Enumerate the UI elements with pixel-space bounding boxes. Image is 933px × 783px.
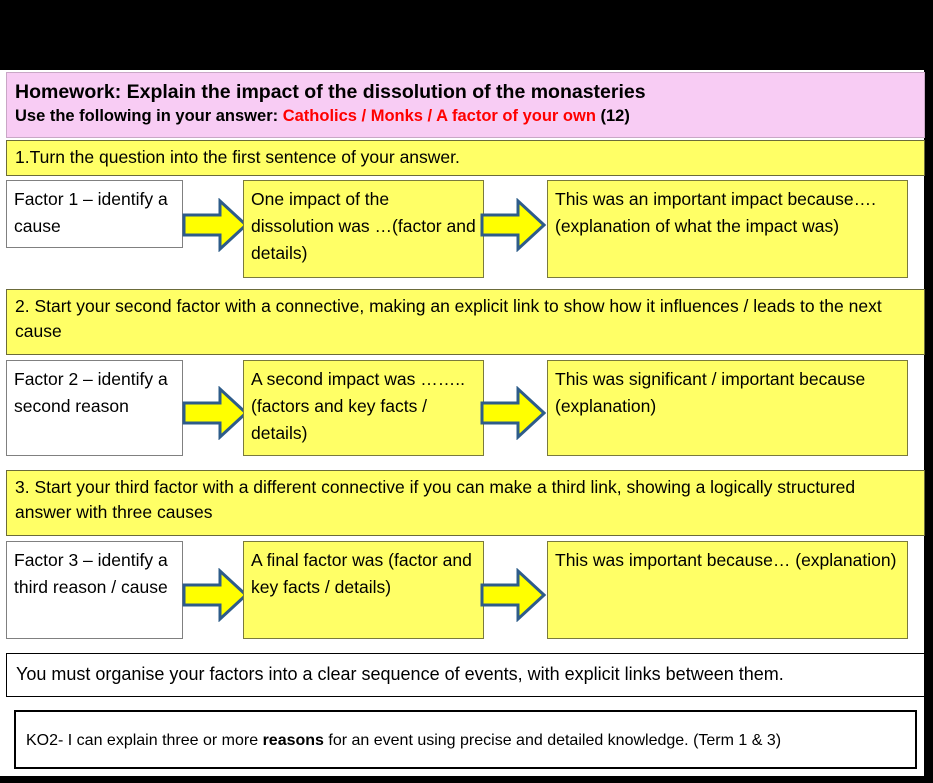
factor-2-explanation: This was significant / important because… [547, 360, 908, 456]
page-title: Homework: Explain the impact of the diss… [15, 81, 646, 103]
factor-2-point: A second impact was …….. (factors and ke… [243, 360, 484, 456]
arrow-right-icon [480, 568, 546, 622]
arrow-right-icon [182, 386, 248, 440]
step-band-2: 2. Start your second factor with a conne… [6, 289, 925, 355]
header-instruction-prefix: Use the following in your answer: [15, 107, 283, 125]
organise-note: You must organise your factors into a cl… [6, 653, 925, 697]
ko2-suffix: for an event using precise and detailed … [323, 732, 782, 749]
worksheet-sheet: Homework: Explain the impact of the diss… [2, 70, 925, 776]
ko2-objective-note: KO2- I can explain three or more reasons… [14, 710, 917, 769]
factor-1-explanation: This was an important impact because…. (… [547, 180, 908, 278]
factor-1-label: Factor 1 – identify a cause [6, 180, 183, 248]
arrow-right-icon [480, 198, 546, 252]
factor-1-point: One impact of the dissolution was …(fact… [243, 180, 484, 278]
factor-row-3: Factor 3 – identify a third reason / cau… [2, 541, 925, 648]
header-instruction: Use the following in your answer: Cathol… [15, 105, 916, 128]
top-black-band [0, 0, 933, 70]
arrow-right-icon [182, 198, 248, 252]
ko2-bold-term: reasons [262, 732, 324, 749]
step-band-1: 1.Turn the question into the first sente… [6, 140, 925, 176]
header-instruction-suffix: (12) [595, 107, 630, 125]
worksheet-page: Homework: Explain the impact of the diss… [0, 70, 925, 776]
factor-3-point: A final factor was (factor and key facts… [243, 541, 484, 639]
factor-3-explanation: This was important because… (explanation… [547, 541, 908, 639]
ko2-prefix: KO2- I can explain three or more [26, 732, 263, 749]
factor-row-2: Factor 2 – identify a second reason A se… [2, 360, 925, 466]
worksheet-header: Homework: Explain the impact of the diss… [6, 72, 925, 138]
step-band-3: 3. Start your third factor with a differ… [6, 470, 925, 536]
header-instruction-highlight: Catholics / Monks / A factor of your own [282, 107, 596, 125]
factor-row-1: Factor 1 – identify a cause One impact o… [2, 180, 925, 285]
factor-3-label: Factor 3 – identify a third reason / cau… [6, 541, 183, 639]
arrow-right-icon [182, 568, 248, 622]
factor-2-label: Factor 2 – identify a second reason [6, 360, 183, 456]
arrow-right-icon [480, 386, 546, 440]
